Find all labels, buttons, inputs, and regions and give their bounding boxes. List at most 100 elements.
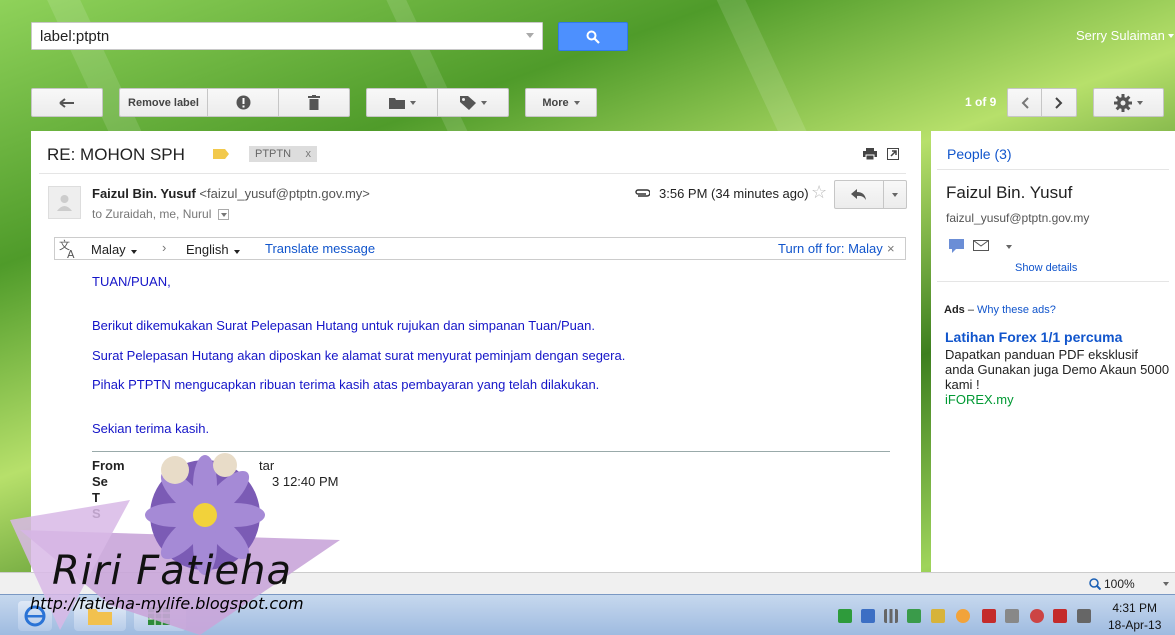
tray-sync-icon[interactable]: [907, 609, 921, 623]
label-chip-text: PTPTN: [255, 148, 292, 160]
taskbar-clock[interactable]: 4:31 PM 18-Apr-13: [1108, 601, 1161, 632]
zoom-level[interactable]: 100%: [1104, 577, 1135, 591]
people-widget-link[interactable]: People (3): [947, 146, 1012, 162]
recipients-text: to Zuraidah, me, Nurul: [92, 207, 212, 221]
watermark-name: Riri Fatieha: [52, 548, 292, 594]
older-button[interactable]: [1042, 89, 1076, 116]
reply-icon: [851, 188, 866, 200]
attachment-icon: [635, 189, 650, 197]
watermark-url: http://fatieha-mylife.blogspot.com: [30, 594, 304, 613]
report-spam-button[interactable]: [208, 89, 279, 116]
delete-button[interactable]: [279, 89, 349, 116]
tray-pdf-icon[interactable]: [982, 609, 996, 623]
important-marker-icon[interactable]: [213, 149, 229, 159]
volume-icon[interactable]: [1077, 609, 1091, 623]
ad-title-link[interactable]: Latihan Forex 1/1 percuma: [945, 329, 1122, 345]
body-line: Pihak PTPTN mengucapkan ribuan terima ka…: [92, 377, 600, 392]
star-icon[interactable]: ☆: [811, 182, 827, 203]
reply-button[interactable]: [835, 181, 884, 208]
reply-more-button[interactable]: [884, 181, 906, 208]
message-subject: RE: MOHON SPH: [47, 145, 185, 164]
sender-email: <faizul_yusuf@ptptn.gov.my>: [199, 186, 370, 201]
new-window-icon[interactable]: [887, 148, 899, 160]
settings-button[interactable]: [1093, 88, 1164, 117]
message-time: 3:56 PM (34 minutes ago): [659, 186, 809, 201]
labels-button[interactable]: [438, 89, 508, 116]
remove-label-text: Remove label: [128, 96, 199, 109]
tray-block-icon[interactable]: [1030, 609, 1044, 623]
recipient-details-toggle[interactable]: [217, 209, 229, 221]
clock-time: 4:31 PM: [1112, 601, 1158, 615]
target-language-text: English: [186, 242, 229, 257]
tray-keyboard-icon[interactable]: [861, 609, 875, 623]
trash-icon: [308, 95, 320, 110]
back-button[interactable]: [31, 88, 103, 117]
svg-text:A: A: [67, 248, 75, 259]
body-line: Sekian terima kasih.: [92, 421, 210, 436]
print-icon[interactable]: [863, 148, 877, 160]
ads-separator: –: [964, 304, 978, 316]
search-icon: [586, 30, 600, 44]
body-line: Berikut dikemukakan Surat Pelepasan Huta…: [92, 318, 595, 333]
more-button[interactable]: More: [525, 88, 597, 117]
email-icon[interactable]: [973, 240, 989, 251]
clock-date: 18-Apr-13: [1108, 618, 1162, 632]
body-line: Surat Pelepasan Hutang akan diposkan ke …: [92, 348, 626, 363]
target-language-select[interactable]: English: [186, 242, 240, 257]
sender-avatar: [48, 186, 81, 219]
pager-count: 1 of 9: [965, 95, 997, 109]
sender-line: Faizul Bin. Yusuf <faizul_yusuf@ptptn.go…: [92, 186, 370, 201]
translate-icon: 文 A: [59, 239, 75, 259]
back-arrow-icon: [59, 97, 74, 108]
search-button[interactable]: [558, 22, 628, 51]
reply-group: [834, 180, 907, 209]
move-to-button[interactable]: [367, 89, 438, 116]
translate-bar: 文 A Malay › English Translate message Tu…: [54, 237, 906, 260]
more-text: More: [542, 96, 569, 109]
pager-nav-group: [1007, 88, 1077, 117]
report-spam-icon: [236, 95, 250, 110]
ads-header: Ads – Why these ads?: [944, 304, 1056, 316]
body-line: TUAN/PUAN,: [92, 274, 171, 289]
move-label-group: [366, 88, 509, 117]
label-tag-icon: [459, 95, 476, 110]
ads-label: Ads: [944, 304, 965, 316]
translate-message-link[interactable]: Translate message: [265, 241, 375, 256]
account-caret-icon[interactable]: [1168, 34, 1174, 38]
close-translate-icon[interactable]: ×: [887, 241, 895, 256]
remove-label-button[interactable]: Remove label: [120, 89, 208, 116]
tray-device-icon[interactable]: [1005, 609, 1019, 623]
why-these-ads-link[interactable]: Why these ads?: [977, 304, 1056, 316]
chevron-right-icon: [1055, 96, 1063, 109]
zoom-caret-icon[interactable]: [1163, 582, 1169, 586]
label-chip-remove[interactable]: x: [306, 146, 312, 162]
zoom-icon: [1089, 578, 1101, 590]
gear-icon: [1114, 93, 1132, 112]
label-chip: PTPTN x: [249, 146, 317, 162]
chevron-right-small-icon: ›: [162, 240, 167, 255]
show-details-link[interactable]: Show details: [1015, 262, 1077, 274]
chevron-left-icon: [1021, 96, 1029, 109]
newer-button[interactable]: [1008, 89, 1042, 116]
sender-name[interactable]: Faizul Bin. Yusuf: [92, 186, 196, 201]
recipients-line: to Zuraidah, me, Nurul: [92, 207, 229, 221]
search-input[interactable]: [32, 23, 512, 49]
tray-flag-icon[interactable]: [1053, 609, 1067, 623]
folder-icon: [388, 97, 405, 109]
tray-app-icon[interactable]: [838, 609, 852, 623]
contact-email: faizul_yusuf@ptptn.gov.my: [946, 211, 1090, 225]
account-name[interactable]: Serry Sulaiman: [1076, 28, 1165, 43]
people-sidebar: People (3) Faizul Bin. Yusuf faizul_yusu…: [931, 131, 1175, 572]
tray-pencil-icon[interactable]: [931, 609, 945, 623]
search-box[interactable]: [31, 22, 543, 50]
search-options-caret-icon[interactable]: [526, 33, 534, 38]
person-icon: [57, 195, 72, 211]
tray-chat-icon[interactable]: [956, 609, 970, 623]
message-actions-group: Remove label: [119, 88, 350, 117]
signal-icon[interactable]: [884, 609, 898, 623]
ad-url[interactable]: iFOREX.my: [945, 392, 1014, 407]
turn-off-translate-link[interactable]: Turn off for: Malay: [778, 241, 883, 256]
chat-icon[interactable]: [949, 239, 965, 253]
source-language-select[interactable]: Malay: [91, 242, 137, 257]
contact-more-caret-icon[interactable]: [1006, 245, 1012, 249]
